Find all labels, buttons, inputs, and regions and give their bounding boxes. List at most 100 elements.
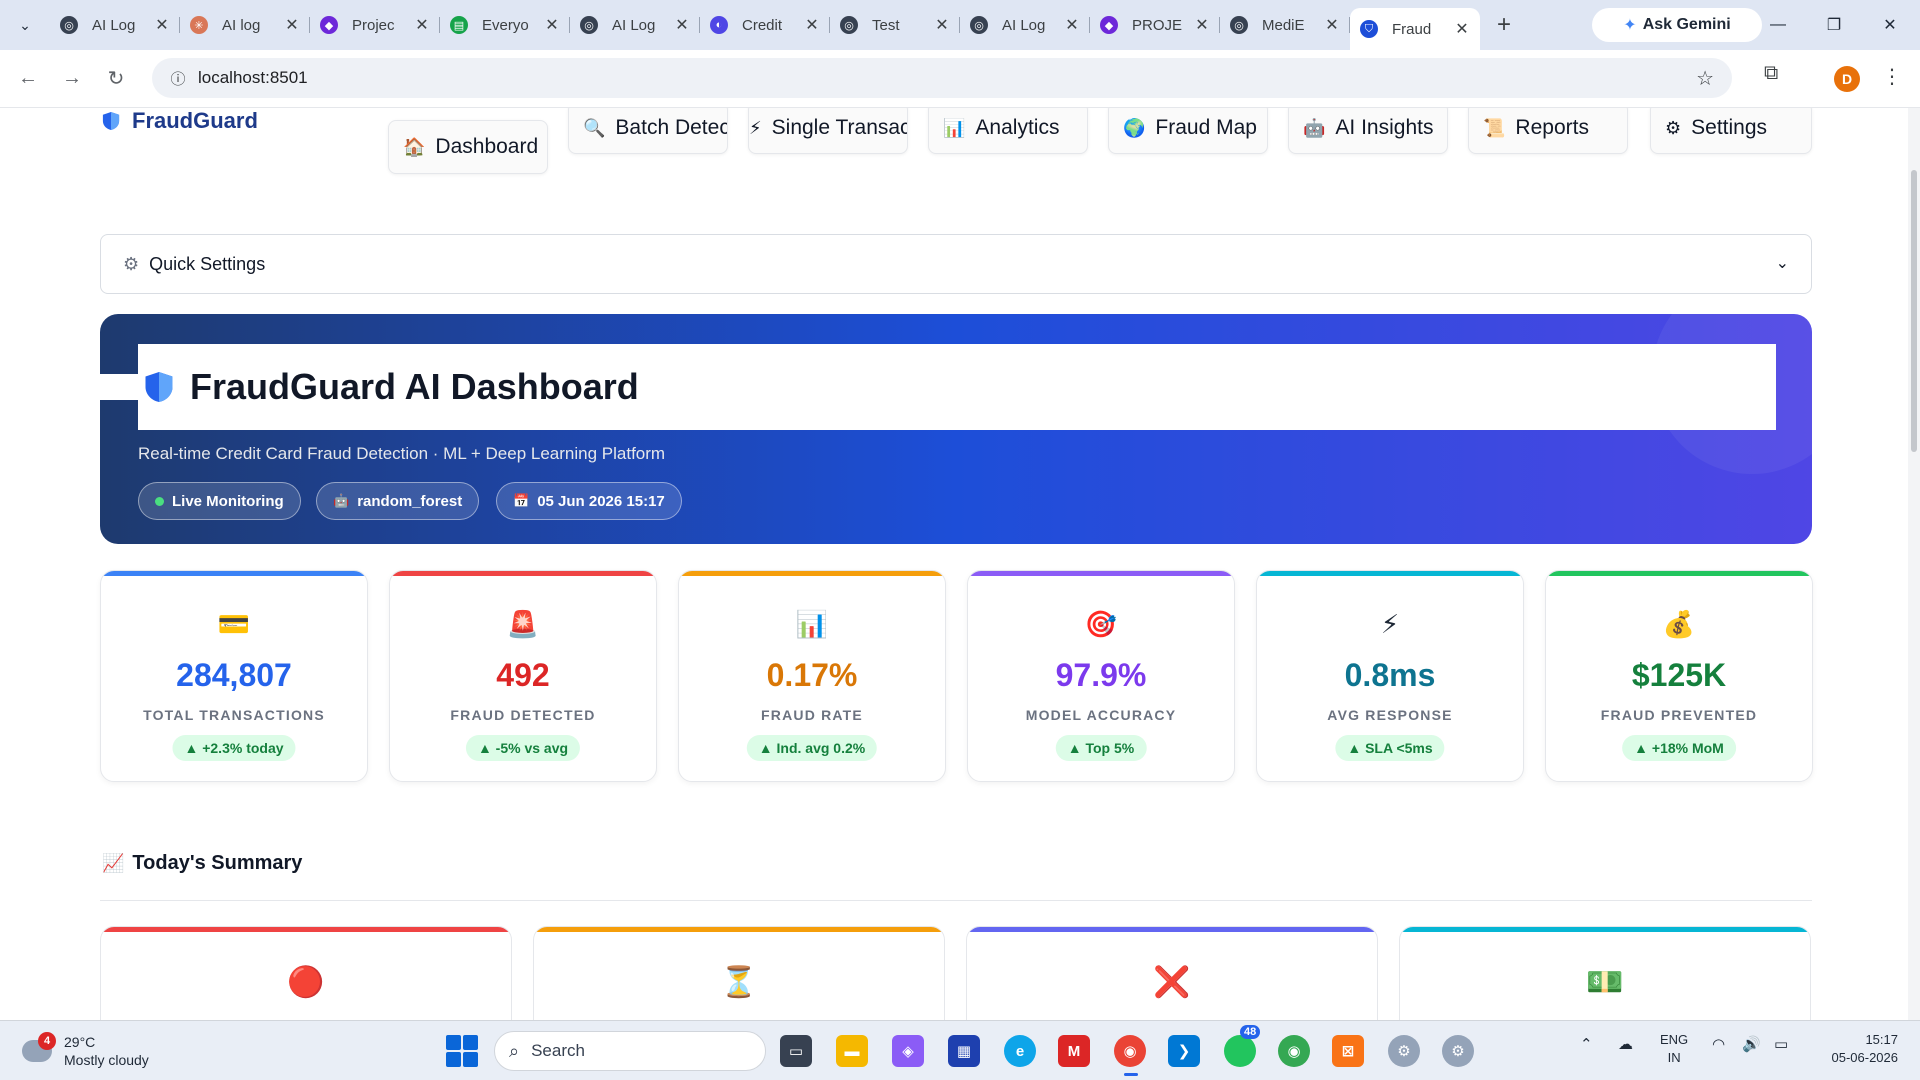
new-tab-button[interactable]: + — [1486, 7, 1522, 43]
site-info-icon[interactable]: ⓘ — [158, 68, 198, 89]
close-tab-icon[interactable]: ✕ — [674, 15, 690, 35]
nav-tab-label: Dashboard — [435, 135, 539, 158]
browser-tab[interactable]: ◆ PROJE ✕ — [1090, 7, 1220, 43]
language-indicator[interactable]: ENG IN — [1660, 1031, 1688, 1067]
browser-tab[interactable]: ◎ AI Log ✕ — [570, 7, 700, 43]
nav-tab-batch-detection[interactable]: 🔍 Batch Detectic — [568, 108, 728, 154]
settings-app-icon[interactable]: ⚙ — [1388, 1035, 1420, 1067]
copilot-icon[interactable]: ◈ — [892, 1035, 924, 1067]
close-tab-icon[interactable]: ✕ — [804, 15, 820, 35]
summary-card: 💵 — [1399, 926, 1811, 1020]
search-icon: ⌕ — [509, 1040, 520, 1061]
nav-tab-label: Reports — [1515, 116, 1589, 139]
summary-heading: 📈 Today's Summary — [102, 852, 302, 875]
stat-value: 492 — [496, 657, 550, 693]
settings-app-2-icon[interactable]: ⚙ — [1442, 1035, 1474, 1067]
browser-tab[interactable]: ◎ MediE ✕ — [1220, 7, 1350, 43]
nav-tab-reports[interactable]: 📜 Reports — [1468, 108, 1628, 154]
chrome-profile-icon[interactable]: ◉ — [1278, 1035, 1310, 1067]
onedrive-cloud-icon[interactable]: ☁ — [1618, 1035, 1633, 1053]
summary-accent-bar — [101, 927, 511, 932]
close-tab-icon[interactable]: ✕ — [1194, 15, 1210, 35]
stat-label: AVG RESPONSE — [1327, 707, 1453, 723]
browser-tab[interactable]: ◆ Projec ✕ — [310, 7, 440, 43]
wifi-icon[interactable]: ◠ — [1712, 1035, 1725, 1053]
close-tab-icon[interactable]: ✕ — [154, 15, 170, 35]
tab-title: Projec — [352, 16, 395, 34]
extensions-icon[interactable]: ⧉ — [1764, 62, 1778, 85]
summary-card: ⏳ — [533, 926, 945, 1020]
nav-tab-settings[interactable]: ⚙ Settings — [1650, 108, 1812, 154]
back-icon[interactable]: ← — [6, 57, 50, 101]
close-tab-icon[interactable]: ✕ — [1454, 19, 1470, 39]
close-tab-icon[interactable]: ✕ — [284, 15, 300, 35]
tab-favicon-icon: ⛉ — [1360, 20, 1378, 38]
active-app-indicator — [1124, 1073, 1138, 1076]
date-label: 05 Jun 2026 15:17 — [537, 492, 665, 510]
browser-tab-strip: ⌄ ◎ AI Log ✕ ✳ AI log ✕ ◆ Projec ✕ ▤ Everyo ✕ ◎ AI Lo… — [0, 0, 1920, 50]
browser-tab[interactable]: ⛉ Fraud ✕ — [1350, 8, 1480, 50]
tab-favicon-icon: ◎ — [840, 16, 858, 34]
profile-avatar[interactable]: D — [1834, 66, 1860, 92]
browser-tab[interactable]: ◎ AI Log ✕ — [50, 7, 180, 43]
maximize-button[interactable]: ❐ — [1806, 0, 1862, 50]
close-tab-icon[interactable]: ✕ — [1064, 15, 1080, 35]
volume-icon[interactable]: 🔊 — [1742, 1035, 1761, 1053]
store-icon[interactable]: ▦ — [948, 1035, 980, 1067]
scrollbar-thumb[interactable] — [1911, 170, 1917, 452]
stat-accent-bar — [1546, 571, 1812, 576]
clock-date: 05-06-2026 — [1831, 1050, 1899, 1065]
close-window-button[interactable]: ✕ — [1862, 0, 1918, 50]
show-hidden-icons-icon[interactable]: ⌃ — [1580, 1035, 1593, 1053]
close-tab-icon[interactable]: ✕ — [1324, 15, 1340, 35]
whatsapp-icon[interactable]: 48 — [1224, 1025, 1261, 1067]
weather-widget[interactable]: 4 29°C Mostly cloudy — [22, 1032, 149, 1069]
battery-icon[interactable]: ▭ — [1774, 1035, 1788, 1053]
tab-favicon-icon: ✳ — [190, 16, 208, 34]
clock[interactable]: 15:17 05-06-2026 — [1818, 1031, 1899, 1067]
vscode-icon[interactable]: ❯ — [1168, 1035, 1200, 1067]
tab-title: Fraud — [1392, 20, 1432, 38]
forward-icon[interactable]: → — [50, 57, 94, 101]
nav-tab-dashboard[interactable]: 🏠 Dashboard — [388, 120, 548, 174]
whatsapp-badge: 48 — [1240, 1025, 1261, 1039]
browser-tab[interactable]: ◎ AI Log ✕ — [960, 7, 1090, 43]
browser-tab[interactable]: ▤ Everyo ✕ — [440, 7, 570, 43]
mcafee-icon[interactable]: M — [1058, 1035, 1090, 1067]
ask-gemini-button[interactable]: ✦ Ask Gemini — [1592, 8, 1762, 42]
page-scrollbar[interactable] — [1908, 108, 1920, 1020]
lang-line2: IN — [1667, 1050, 1681, 1065]
hero-subtitle: Real-time Credit Card Fraud Detection · … — [138, 444, 666, 463]
start-button[interactable] — [446, 1035, 478, 1067]
nav-tab-single-transaction[interactable]: ⚡ Single Transactior — [748, 108, 908, 154]
edge-icon[interactable]: e — [1004, 1035, 1036, 1067]
stat-card-avg-response: ⚡ 0.8ms AVG RESPONSE ▲ SLA <5ms — [1256, 570, 1524, 782]
reload-icon[interactable]: ↻ — [94, 57, 138, 101]
file-explorer-icon[interactable]: ▬ — [836, 1035, 868, 1067]
task-view-icon[interactable]: ▭ — [780, 1035, 812, 1067]
ask-gemini-label: Ask Gemini — [1642, 16, 1731, 33]
browser-tab[interactable]: ◐ Credit ✕ — [700, 7, 830, 43]
xampp-icon[interactable]: ⊠ — [1332, 1035, 1364, 1067]
close-tab-icon[interactable]: ✕ — [414, 15, 430, 35]
browser-menu-icon[interactable]: ⋮ — [1882, 64, 1902, 89]
bookmark-star-icon[interactable]: ☆ — [1696, 66, 1714, 91]
taskbar-search[interactable]: ⌕ Search — [494, 1031, 766, 1071]
tab-search-chevron-icon[interactable]: ⌄ — [10, 10, 40, 40]
nav-tab-analytics[interactable]: 📊 Analytics — [928, 108, 1088, 154]
address-bar[interactable]: ⓘ localhost:8501 ☆ — [152, 58, 1732, 98]
close-tab-icon[interactable]: ✕ — [544, 15, 560, 35]
nav-tab-fraud-map[interactable]: 🌍 Fraud Map — [1108, 108, 1268, 154]
quick-settings-expander[interactable]: ⚙ Quick Settings ⌄ — [100, 234, 1812, 294]
url-text[interactable]: localhost:8501 — [198, 68, 308, 88]
minimize-button[interactable]: — — [1750, 0, 1806, 50]
live-monitoring-badge: Live Monitoring — [138, 482, 301, 520]
gear-icon: ⚙ — [123, 253, 140, 274]
stat-delta-badge: ▲ Ind. avg 0.2% — [746, 735, 878, 761]
browser-tab[interactable]: ✳ AI log ✕ — [180, 7, 310, 43]
browser-tab[interactable]: ◎ Test ✕ — [830, 7, 960, 43]
nav-tab-ai-insights[interactable]: 🤖 AI Insights — [1288, 108, 1448, 154]
stat-card-fraud-prevented: 💰 $125K FRAUD PREVENTED ▲ +18% MoM — [1545, 570, 1813, 782]
chrome-icon[interactable]: ◉ — [1114, 1035, 1146, 1067]
close-tab-icon[interactable]: ✕ — [934, 15, 950, 35]
